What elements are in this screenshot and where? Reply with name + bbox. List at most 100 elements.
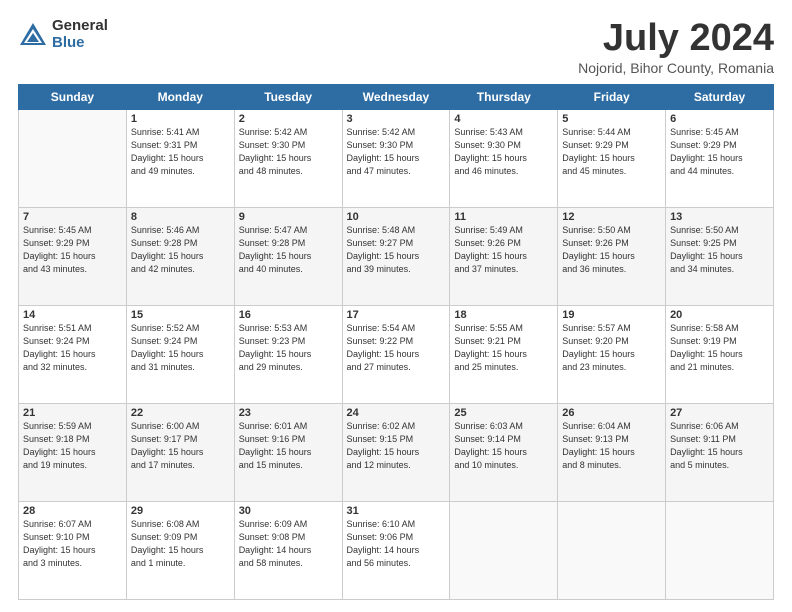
calendar-day-cell: 20Sunrise: 5:58 AM Sunset: 9:19 PM Dayli… <box>666 305 774 403</box>
day-of-week-header: Wednesday <box>342 84 450 109</box>
day-number: 31 <box>347 505 446 517</box>
day-number: 23 <box>239 407 338 419</box>
calendar-day-cell: 2Sunrise: 5:42 AM Sunset: 9:30 PM Daylig… <box>234 109 342 207</box>
day-info: Sunrise: 5:43 AM Sunset: 9:30 PM Dayligh… <box>454 126 553 178</box>
day-info: Sunrise: 5:46 AM Sunset: 9:28 PM Dayligh… <box>131 224 230 276</box>
day-info: Sunrise: 6:07 AM Sunset: 9:10 PM Dayligh… <box>23 518 122 570</box>
calendar-day-cell: 26Sunrise: 6:04 AM Sunset: 9:13 PM Dayli… <box>558 403 666 501</box>
calendar-day-cell: 27Sunrise: 6:06 AM Sunset: 9:11 PM Dayli… <box>666 403 774 501</box>
calendar-table: SundayMondayTuesdayWednesdayThursdayFrid… <box>18 84 774 600</box>
main-title: July 2024 <box>578 18 774 60</box>
logo-text: General Blue <box>52 18 108 51</box>
day-info: Sunrise: 6:02 AM Sunset: 9:15 PM Dayligh… <box>347 420 446 472</box>
day-info: Sunrise: 6:08 AM Sunset: 9:09 PM Dayligh… <box>131 518 230 570</box>
day-info: Sunrise: 5:59 AM Sunset: 9:18 PM Dayligh… <box>23 420 122 472</box>
calendar-day-cell: 9Sunrise: 5:47 AM Sunset: 9:28 PM Daylig… <box>234 207 342 305</box>
day-info: Sunrise: 5:47 AM Sunset: 9:28 PM Dayligh… <box>239 224 338 276</box>
day-number: 10 <box>347 211 446 223</box>
calendar-day-cell: 13Sunrise: 5:50 AM Sunset: 9:25 PM Dayli… <box>666 207 774 305</box>
day-info: Sunrise: 5:42 AM Sunset: 9:30 PM Dayligh… <box>347 126 446 178</box>
day-of-week-header: Friday <box>558 84 666 109</box>
day-number: 12 <box>562 211 661 223</box>
day-number: 7 <box>23 211 122 223</box>
day-of-week-header: Sunday <box>19 84 127 109</box>
calendar-day-cell: 31Sunrise: 6:10 AM Sunset: 9:06 PM Dayli… <box>342 501 450 599</box>
logo-icon <box>18 21 48 49</box>
day-number: 22 <box>131 407 230 419</box>
day-number: 19 <box>562 309 661 321</box>
day-info: Sunrise: 5:52 AM Sunset: 9:24 PM Dayligh… <box>131 322 230 374</box>
day-number: 25 <box>454 407 553 419</box>
calendar-day-cell: 14Sunrise: 5:51 AM Sunset: 9:24 PM Dayli… <box>19 305 127 403</box>
day-number: 26 <box>562 407 661 419</box>
calendar-day-cell: 16Sunrise: 5:53 AM Sunset: 9:23 PM Dayli… <box>234 305 342 403</box>
day-info: Sunrise: 6:10 AM Sunset: 9:06 PM Dayligh… <box>347 518 446 570</box>
calendar-day-cell: 7Sunrise: 5:45 AM Sunset: 9:29 PM Daylig… <box>19 207 127 305</box>
day-info: Sunrise: 5:55 AM Sunset: 9:21 PM Dayligh… <box>454 322 553 374</box>
calendar-day-cell: 8Sunrise: 5:46 AM Sunset: 9:28 PM Daylig… <box>126 207 234 305</box>
calendar-day-cell <box>666 501 774 599</box>
day-info: Sunrise: 5:42 AM Sunset: 9:30 PM Dayligh… <box>239 126 338 178</box>
calendar-day-cell: 5Sunrise: 5:44 AM Sunset: 9:29 PM Daylig… <box>558 109 666 207</box>
calendar-day-cell: 15Sunrise: 5:52 AM Sunset: 9:24 PM Dayli… <box>126 305 234 403</box>
calendar-day-cell: 28Sunrise: 6:07 AM Sunset: 9:10 PM Dayli… <box>19 501 127 599</box>
day-number: 14 <box>23 309 122 321</box>
day-number: 6 <box>670 113 769 125</box>
subtitle: Nojorid, Bihor County, Romania <box>578 60 774 76</box>
calendar-day-cell: 24Sunrise: 6:02 AM Sunset: 9:15 PM Dayli… <box>342 403 450 501</box>
calendar-day-cell: 30Sunrise: 6:09 AM Sunset: 9:08 PM Dayli… <box>234 501 342 599</box>
calendar-week-row: 21Sunrise: 5:59 AM Sunset: 9:18 PM Dayli… <box>19 403 774 501</box>
calendar-day-cell: 1Sunrise: 5:41 AM Sunset: 9:31 PM Daylig… <box>126 109 234 207</box>
day-info: Sunrise: 5:48 AM Sunset: 9:27 PM Dayligh… <box>347 224 446 276</box>
day-info: Sunrise: 6:00 AM Sunset: 9:17 PM Dayligh… <box>131 420 230 472</box>
day-number: 8 <box>131 211 230 223</box>
day-number: 13 <box>670 211 769 223</box>
calendar-day-cell: 4Sunrise: 5:43 AM Sunset: 9:30 PM Daylig… <box>450 109 558 207</box>
calendar-week-row: 1Sunrise: 5:41 AM Sunset: 9:31 PM Daylig… <box>19 109 774 207</box>
calendar-day-cell: 23Sunrise: 6:01 AM Sunset: 9:16 PM Dayli… <box>234 403 342 501</box>
day-number: 4 <box>454 113 553 125</box>
day-number: 24 <box>347 407 446 419</box>
calendar-day-cell <box>558 501 666 599</box>
calendar-day-cell: 21Sunrise: 5:59 AM Sunset: 9:18 PM Dayli… <box>19 403 127 501</box>
day-info: Sunrise: 6:09 AM Sunset: 9:08 PM Dayligh… <box>239 518 338 570</box>
day-number: 2 <box>239 113 338 125</box>
day-number: 11 <box>454 211 553 223</box>
day-number: 16 <box>239 309 338 321</box>
day-info: Sunrise: 5:57 AM Sunset: 9:20 PM Dayligh… <box>562 322 661 374</box>
calendar-week-row: 7Sunrise: 5:45 AM Sunset: 9:29 PM Daylig… <box>19 207 774 305</box>
day-number: 18 <box>454 309 553 321</box>
day-number: 9 <box>239 211 338 223</box>
day-number: 17 <box>347 309 446 321</box>
day-of-week-header: Tuesday <box>234 84 342 109</box>
day-info: Sunrise: 5:51 AM Sunset: 9:24 PM Dayligh… <box>23 322 122 374</box>
day-number: 21 <box>23 407 122 419</box>
day-number: 3 <box>347 113 446 125</box>
calendar-day-cell: 10Sunrise: 5:48 AM Sunset: 9:27 PM Dayli… <box>342 207 450 305</box>
header: General Blue July 2024 Nojorid, Bihor Co… <box>18 18 774 76</box>
day-info: Sunrise: 5:49 AM Sunset: 9:26 PM Dayligh… <box>454 224 553 276</box>
day-number: 28 <box>23 505 122 517</box>
day-info: Sunrise: 6:04 AM Sunset: 9:13 PM Dayligh… <box>562 420 661 472</box>
day-number: 5 <box>562 113 661 125</box>
title-block: July 2024 Nojorid, Bihor County, Romania <box>578 18 774 76</box>
calendar-week-row: 28Sunrise: 6:07 AM Sunset: 9:10 PM Dayli… <box>19 501 774 599</box>
day-of-week-header: Saturday <box>666 84 774 109</box>
calendar-day-cell: 11Sunrise: 5:49 AM Sunset: 9:26 PM Dayli… <box>450 207 558 305</box>
day-number: 30 <box>239 505 338 517</box>
logo-general-text: General <box>52 18 108 35</box>
day-number: 27 <box>670 407 769 419</box>
day-info: Sunrise: 5:44 AM Sunset: 9:29 PM Dayligh… <box>562 126 661 178</box>
day-number: 29 <box>131 505 230 517</box>
page: General Blue July 2024 Nojorid, Bihor Co… <box>0 0 792 612</box>
day-info: Sunrise: 5:50 AM Sunset: 9:25 PM Dayligh… <box>670 224 769 276</box>
day-info: Sunrise: 5:58 AM Sunset: 9:19 PM Dayligh… <box>670 322 769 374</box>
logo: General Blue <box>18 18 108 51</box>
calendar-day-cell: 6Sunrise: 5:45 AM Sunset: 9:29 PM Daylig… <box>666 109 774 207</box>
logo-blue-text: Blue <box>52 35 108 52</box>
calendar-week-row: 14Sunrise: 5:51 AM Sunset: 9:24 PM Dayli… <box>19 305 774 403</box>
day-info: Sunrise: 5:54 AM Sunset: 9:22 PM Dayligh… <box>347 322 446 374</box>
calendar-day-cell: 18Sunrise: 5:55 AM Sunset: 9:21 PM Dayli… <box>450 305 558 403</box>
calendar-day-cell: 25Sunrise: 6:03 AM Sunset: 9:14 PM Dayli… <box>450 403 558 501</box>
calendar-day-cell: 12Sunrise: 5:50 AM Sunset: 9:26 PM Dayli… <box>558 207 666 305</box>
